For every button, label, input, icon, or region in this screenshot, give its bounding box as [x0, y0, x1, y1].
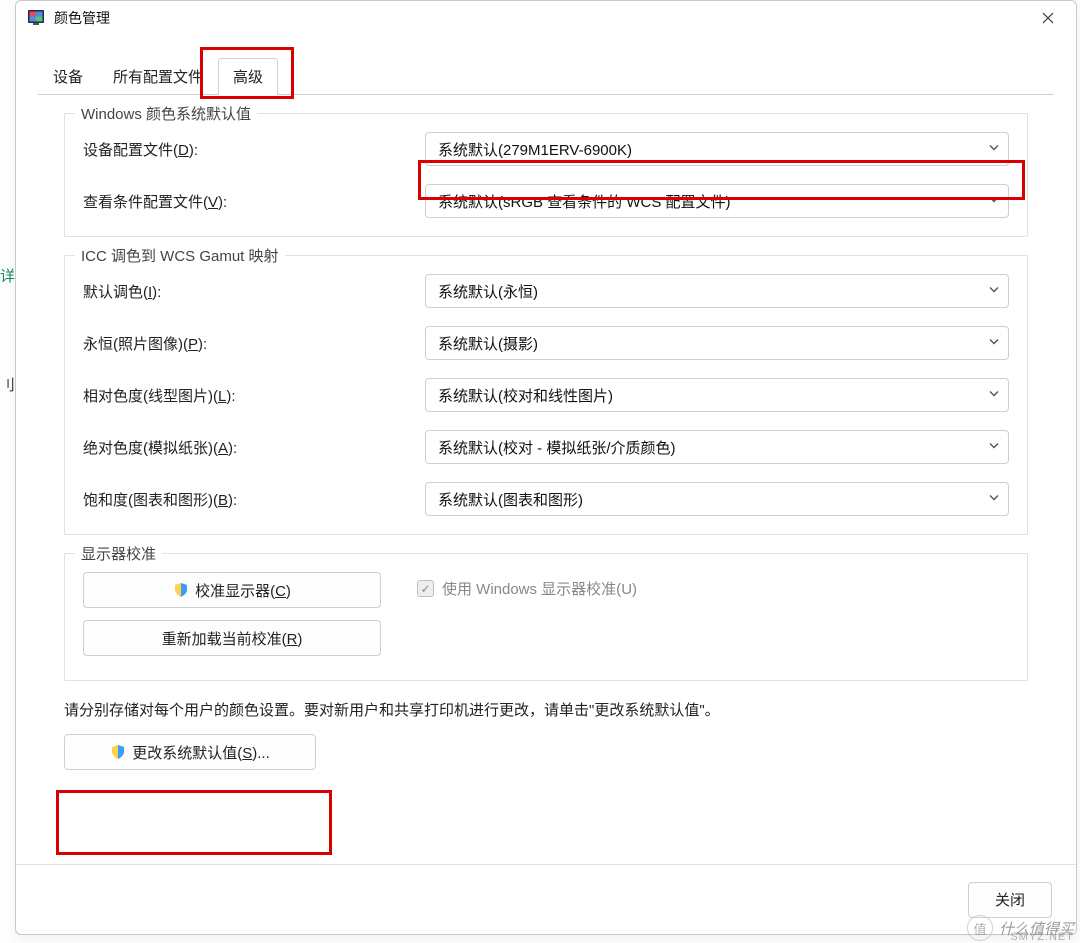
titlebar: 颜色管理: [16, 1, 1076, 35]
change-system-defaults-button[interactable]: 更改系统默认值(S)...: [64, 734, 316, 770]
device-profile-label: 设备配置文件(D):: [83, 139, 425, 160]
select-value: 系统默认(摄影): [438, 333, 538, 354]
color-management-dialog: 颜色管理 设备 所有配置文件 高级 Windows 颜色系统默认值 设备配置文件…: [15, 0, 1077, 935]
tab-advanced[interactable]: 高级: [218, 58, 278, 95]
calibrate-display-button[interactable]: 校准显示器(C): [83, 572, 381, 608]
close-dialog-button[interactable]: 关闭: [968, 882, 1052, 918]
tab-all-profiles[interactable]: 所有配置文件: [98, 58, 218, 95]
default-rendering-label: 默认调色(I):: [83, 281, 425, 302]
chevron-down-icon: [988, 387, 1000, 404]
app-icon: [26, 8, 46, 28]
default-rendering-select[interactable]: 系统默认(永恒): [425, 274, 1009, 308]
relative-colorimetric-select[interactable]: 系统默认(校对和线性图片): [425, 378, 1009, 412]
icc-wcs-gamut-group: ICC 调色到 WCS Gamut 映射 默认调色(I): 系统默认(永恒) 永…: [64, 255, 1028, 535]
saturation-select[interactable]: 系统默认(图表和图形): [425, 482, 1009, 516]
chevron-down-icon: [988, 439, 1000, 456]
windows-color-defaults-group: Windows 颜色系统默认值 设备配置文件(D): 系统默认(279M1ERV…: [64, 113, 1028, 237]
close-button[interactable]: [1026, 4, 1070, 32]
shield-icon: [173, 582, 189, 598]
perceptual-select[interactable]: 系统默认(摄影): [425, 326, 1009, 360]
chevron-down-icon: [988, 335, 1000, 352]
saturation-label: 饱和度(图表和图形)(B):: [83, 489, 425, 510]
select-value: 系统默认(永恒): [438, 281, 538, 302]
group-title: Windows 颜色系统默认值: [75, 103, 257, 124]
shield-icon: [110, 744, 126, 760]
use-windows-calibration-checkbox[interactable]: ✓ 使用 Windows 显示器校准(U): [417, 578, 1009, 599]
checkbox-label: 使用 Windows 显示器校准(U): [442, 578, 637, 599]
background-text: 刂: [0, 374, 12, 395]
perceptual-label: 永恒(照片图像)(P):: [83, 333, 425, 354]
select-value: 系统默认(校对 - 模拟纸张/介质颜色): [438, 437, 676, 458]
group-title: ICC 调色到 WCS Gamut 映射: [75, 245, 285, 266]
relative-colorimetric-label: 相对色度(线型图片)(L):: [83, 385, 425, 406]
window-title: 颜色管理: [54, 8, 1026, 28]
tab-bar: 设备 所有配置文件 高级: [38, 61, 1054, 95]
select-value: 系统默认(图表和图形): [438, 489, 583, 510]
chevron-down-icon: [988, 283, 1000, 300]
select-value: 系统默认(279M1ERV-6900K): [438, 139, 632, 160]
dialog-footer: 关闭: [16, 864, 1076, 934]
background-text: 详: [0, 265, 12, 286]
tab-devices[interactable]: 设备: [38, 58, 98, 95]
select-value: 系统默认(sRGB 查看条件的 WCS 配置文件): [438, 191, 731, 212]
absolute-colorimetric-label: 绝对色度(模拟纸张)(A):: [83, 437, 425, 458]
device-profile-select[interactable]: 系统默认(279M1ERV-6900K): [425, 132, 1009, 166]
chevron-down-icon: [988, 491, 1000, 508]
reload-calibration-button[interactable]: 重新加载当前校准(R): [83, 620, 381, 656]
select-value: 系统默认(校对和线性图片): [438, 385, 613, 406]
instruction-text: 请分别存储对每个用户的颜色设置。要对新用户和共享打印机进行更改，请单击"更改系统…: [64, 699, 1028, 720]
group-title: 显示器校准: [75, 543, 162, 564]
viewing-conditions-select[interactable]: 系统默认(sRGB 查看条件的 WCS 配置文件): [425, 184, 1009, 218]
viewing-conditions-label: 查看条件配置文件(V):: [83, 191, 425, 212]
display-calibration-group: 显示器校准 校准显示器(C) 重新加载当前校准(R): [64, 553, 1028, 681]
checkbox-icon: ✓: [417, 580, 434, 597]
close-icon: [1042, 12, 1054, 24]
chevron-down-icon: [988, 141, 1000, 158]
absolute-colorimetric-select[interactable]: 系统默认(校对 - 模拟纸张/介质颜色): [425, 430, 1009, 464]
chevron-down-icon: [988, 193, 1000, 210]
